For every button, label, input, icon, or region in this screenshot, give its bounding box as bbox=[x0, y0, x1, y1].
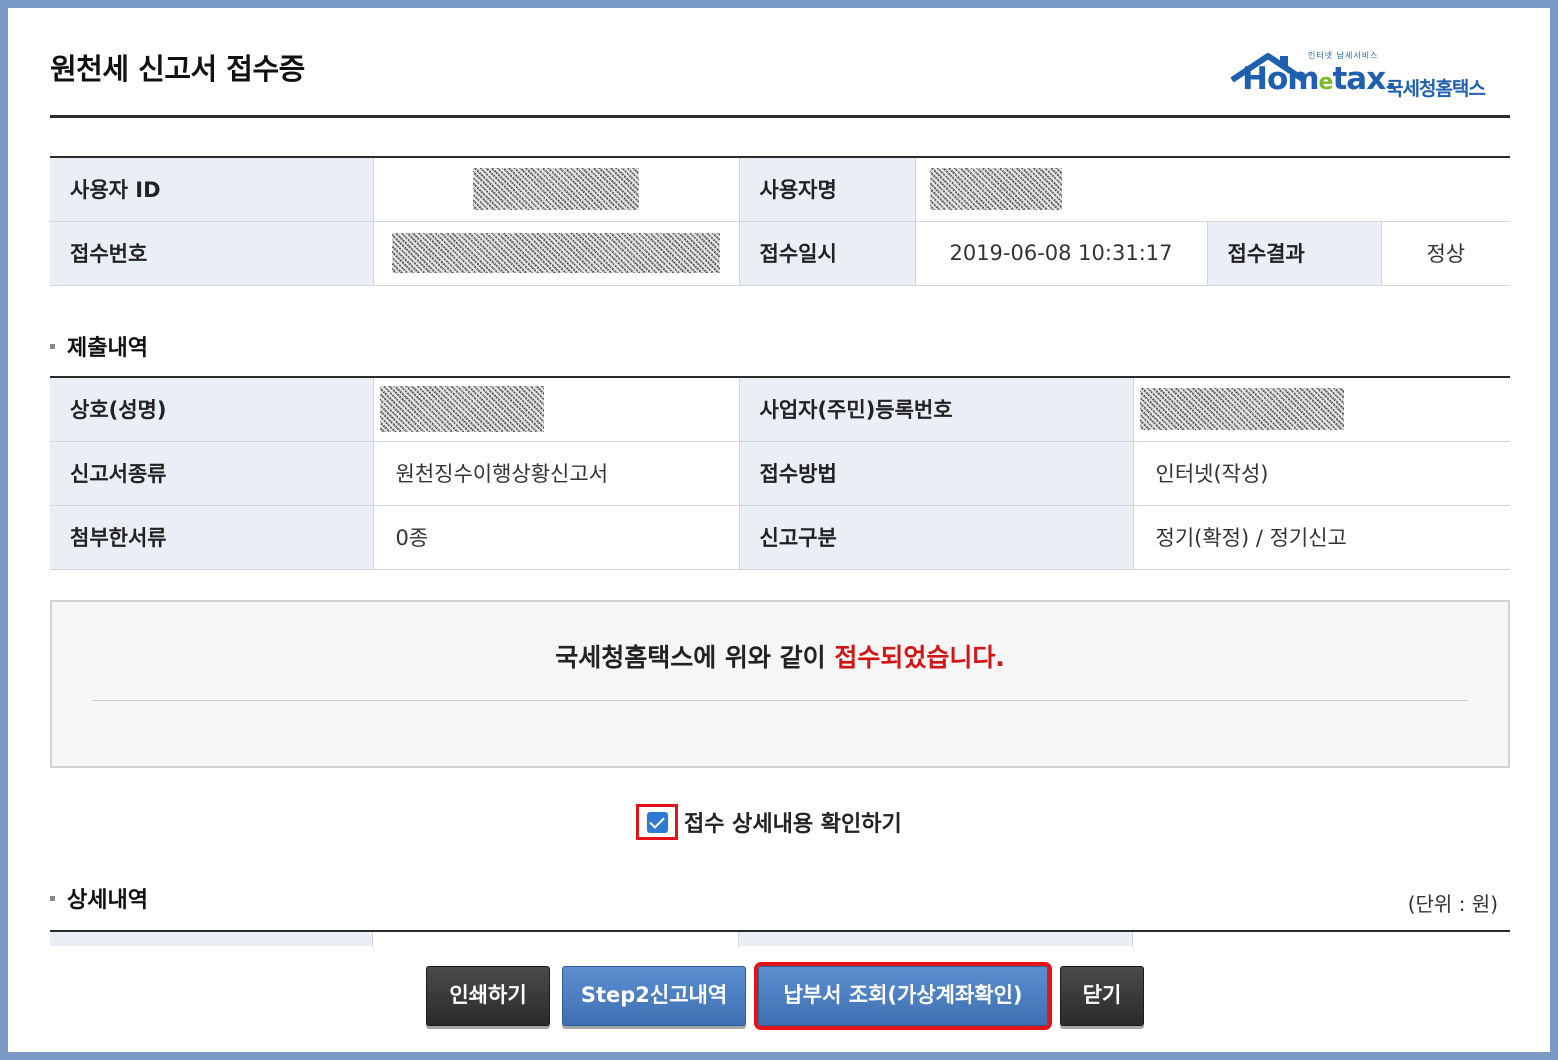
checkbox-highlight[interactable] bbox=[636, 804, 678, 840]
logo-korean: 국세청홈택스 bbox=[1386, 78, 1486, 100]
page-title: 원천세 신고서 접수증 bbox=[50, 52, 305, 86]
user-name-value bbox=[915, 157, 1511, 222]
confirm-detail-label[interactable]: 접수 상세내용 확인하기 bbox=[684, 806, 902, 838]
table-row: 상호(성명) 사업자(주민)등록번호 bbox=[50, 377, 1510, 442]
table-row: 사용자 ID 사용자명 bbox=[50, 157, 1511, 222]
receipt-time-value: 2019-06-08 10:31:17 bbox=[915, 221, 1208, 286]
category-label: 신고구분 bbox=[739, 505, 1134, 570]
receipt-window: 원천세 신고서 접수증 인터넷 납세서비스 Hometax. 국세청홈택스 사용… bbox=[8, 8, 1550, 1052]
form-type-value: 원천징수이행상황신고서 bbox=[373, 441, 740, 506]
detail-col bbox=[739, 932, 1133, 948]
user-id-label: 사용자 ID bbox=[50, 157, 374, 222]
redacted-value bbox=[929, 168, 1062, 211]
redacted-value bbox=[392, 233, 720, 273]
bullet-icon bbox=[50, 343, 55, 349]
submission-table: 상호(성명) 사업자(주민)등록번호 신고서종류 원천징수이행상황신고서 접수방… bbox=[50, 376, 1510, 570]
detail-section-title: 상세내역 bbox=[50, 882, 148, 914]
receipt-no-label: 접수번호 bbox=[50, 221, 374, 286]
receipt-time-label: 접수일시 bbox=[739, 221, 916, 286]
detail-col bbox=[50, 932, 373, 948]
reg-no-label: 사업자(주민)등록번호 bbox=[739, 377, 1134, 442]
confirm-detail-checkbox[interactable] bbox=[647, 812, 668, 833]
logo-wordmark: Hometax. bbox=[1242, 61, 1397, 97]
unit-label: (단위 : 원) bbox=[1407, 892, 1498, 916]
table-row: 첨부한서류 0종 신고구분 정기(확정) / 정기신고 bbox=[50, 505, 1510, 570]
category-value: 정기(확정) / 정기신고 bbox=[1133, 505, 1510, 570]
table-row: 신고서종류 원천징수이행상황신고서 접수방법 인터넷(작성) bbox=[50, 441, 1510, 506]
divider bbox=[92, 700, 1468, 701]
hometax-logo: 인터넷 납세서비스 Hometax. 국세청홈택스 bbox=[1228, 50, 1508, 104]
redacted-value bbox=[473, 168, 639, 211]
user-id-value bbox=[373, 157, 740, 222]
form-type-label: 신고서종류 bbox=[50, 441, 374, 506]
method-label: 접수방법 bbox=[739, 441, 1134, 506]
redacted-value bbox=[379, 386, 544, 433]
table-row: 접수번호 접수일시 2019-06-08 10:31:17 접수결과 정상 bbox=[50, 221, 1511, 286]
attachments-label: 첨부한서류 bbox=[50, 505, 374, 570]
user-name-label: 사용자명 bbox=[739, 157, 916, 222]
receipt-no-value bbox=[373, 221, 740, 286]
print-button[interactable]: 인쇄하기 bbox=[426, 966, 550, 1026]
detail-col bbox=[373, 932, 739, 948]
redacted-value bbox=[1139, 388, 1344, 431]
attachments-value: 0종 bbox=[373, 505, 740, 570]
submission-section-title: 제출내역 bbox=[50, 330, 148, 362]
payment-inquiry-button[interactable]: 납부서 조회(가상계좌확인) bbox=[754, 962, 1052, 1030]
notice-highlight: 접수되었습니다. bbox=[834, 643, 1005, 672]
notice-box: 국세청홈택스에 위와 같이 접수되었습니다. bbox=[50, 600, 1510, 768]
result-value: 정상 bbox=[1381, 221, 1511, 286]
company-value bbox=[373, 377, 740, 442]
company-label: 상호(성명) bbox=[50, 377, 374, 442]
detail-table-header bbox=[50, 930, 1510, 948]
page-header: 원천세 신고서 접수증 인터넷 납세서비스 Hometax. 국세청홈택스 bbox=[50, 8, 1510, 118]
detail-col bbox=[1133, 932, 1510, 948]
result-label: 접수결과 bbox=[1207, 221, 1382, 286]
reg-no-value bbox=[1133, 377, 1510, 442]
step2-button[interactable]: Step2신고내역 bbox=[562, 966, 746, 1026]
notice-message: 국세청홈택스에 위와 같이 접수되었습니다. bbox=[555, 643, 1005, 672]
method-value: 인터넷(작성) bbox=[1133, 441, 1510, 506]
logo-tagline: 인터넷 납세서비스 bbox=[1308, 51, 1379, 60]
bullet-icon bbox=[50, 895, 55, 901]
close-button[interactable]: 닫기 bbox=[1060, 966, 1144, 1026]
receipt-info-table: 사용자 ID 사용자명 접수번호 접수일시 2019-06-08 10:31:1… bbox=[50, 156, 1511, 286]
